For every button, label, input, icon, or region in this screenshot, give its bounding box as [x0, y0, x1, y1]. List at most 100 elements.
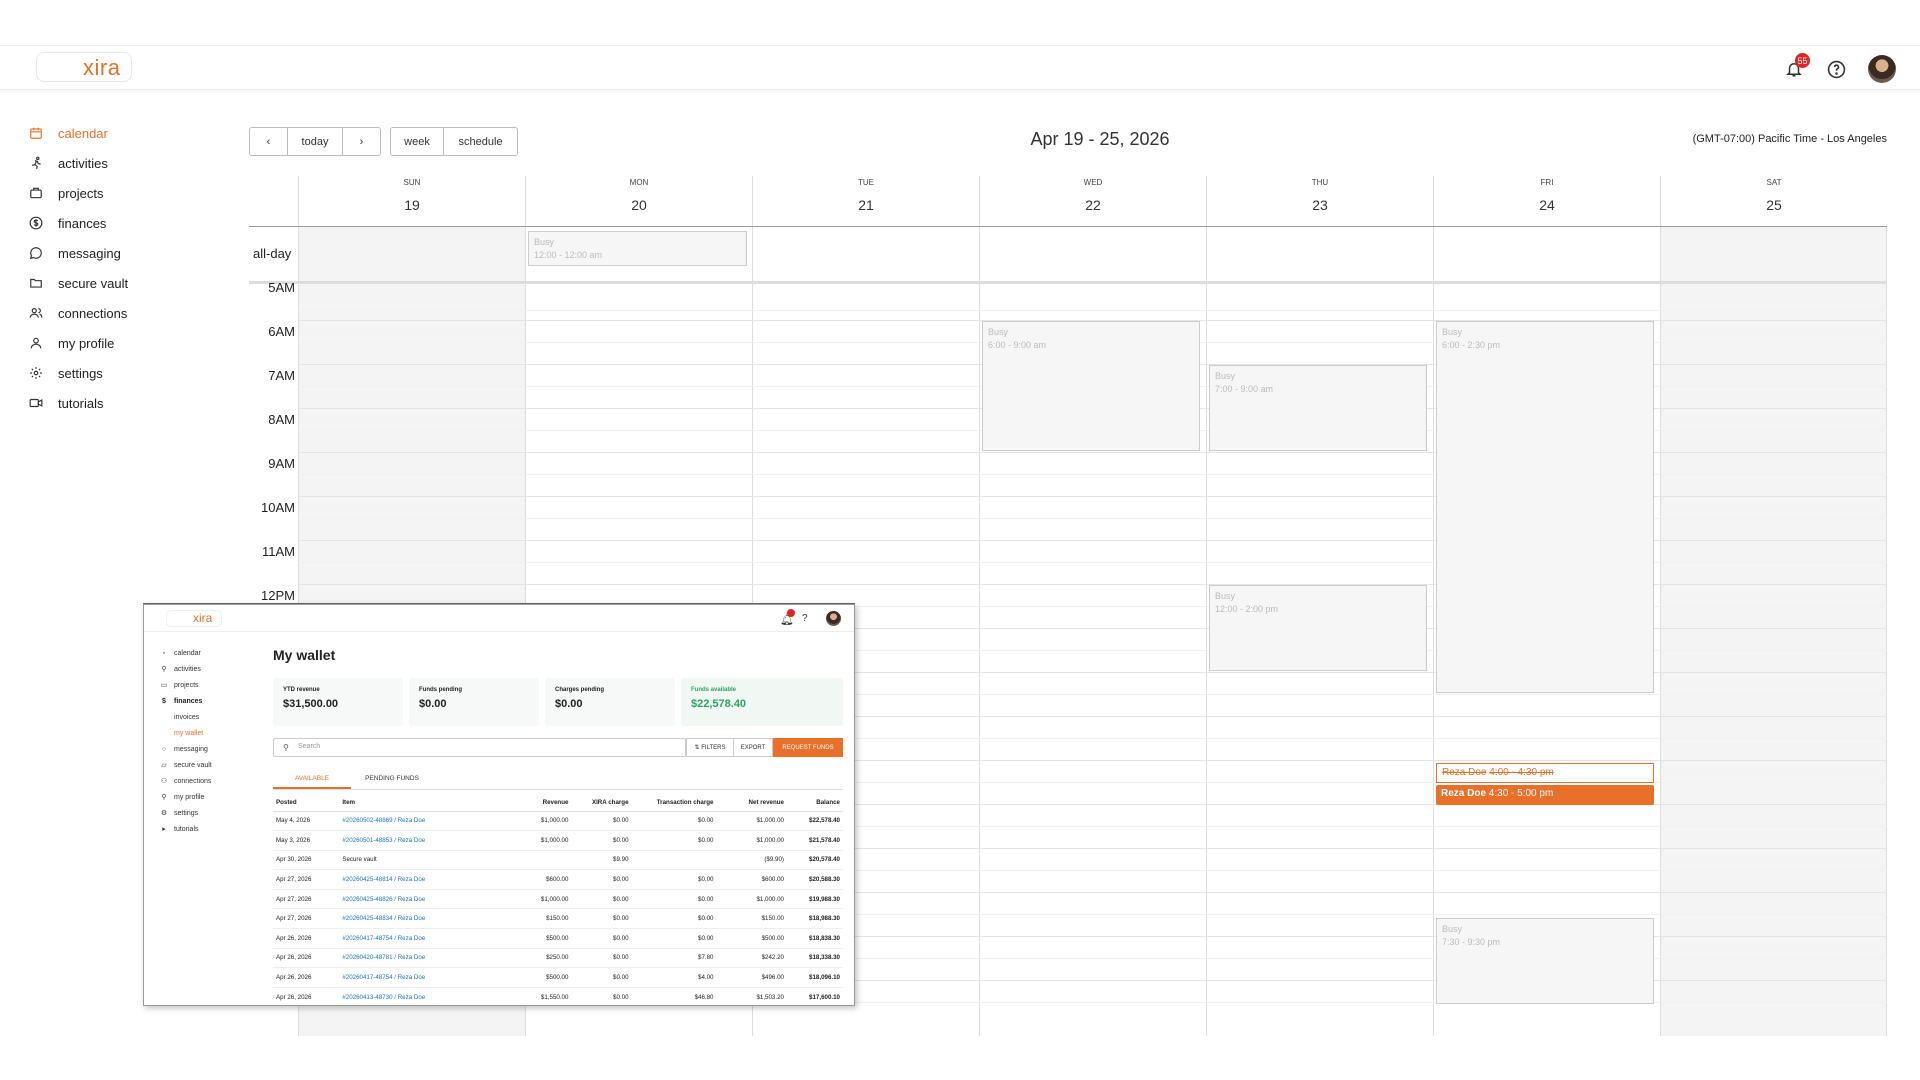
wallet-nav-finances[interactable]: $ finances — [160, 693, 250, 709]
table-row[interactable]: Apr 30, 2026 Secure vault $9.90 ($9.90) $20,… — [273, 850, 843, 871]
event-busy-fri-evening[interactable]: Busy 7:30 - 9:30 pm — [1436, 918, 1654, 1004]
wallet-search-input[interactable]: ⚲ Search — [273, 738, 686, 757]
sidebar-item-finances[interactable]: finances — [28, 208, 208, 238]
cell-balance: $18,338.30 — [786, 948, 843, 969]
wallet-nav-my-profile[interactable]: ⚲ my profile — [160, 789, 250, 805]
export-button[interactable]: EXPORT — [733, 738, 773, 757]
prev-button[interactable]: ‹ — [250, 128, 288, 155]
event-busy-thu-noon[interactable]: Busy 12:00 - 2:00 pm — [1209, 585, 1427, 671]
event-busy-thu-morning[interactable]: Busy 7:00 - 9:00 am — [1209, 365, 1427, 451]
cell-item-link[interactable]: #20260425-48814 / Reza Doe — [339, 869, 506, 890]
day-header-wed: WED 22 — [979, 176, 1206, 227]
cell-item-link[interactable]: #20260417-48754 / Reza Doe — [339, 928, 506, 949]
cell-revenue: $600.00 — [505, 869, 572, 890]
notification-badge: 55 — [1795, 53, 1810, 68]
day-date: 22 — [1085, 197, 1101, 213]
sidebar-item-activities[interactable]: activities — [28, 148, 208, 178]
wallet-title: My wallet — [273, 647, 336, 663]
cell-net-revenue: $1,503.20 — [716, 987, 787, 1005]
app-logo[interactable]: xira — [36, 52, 132, 82]
sidebar-item-messaging[interactable]: messaging — [28, 238, 208, 268]
tab-available[interactable]: AVAILABLE — [273, 771, 351, 789]
table-row[interactable]: Apr 26, 2026 #20260417-48754 / Reza Doe $5… — [273, 967, 843, 988]
card-charges-pending: Charges pending $0.00 — [545, 678, 675, 726]
cell-item-link[interactable]: #20260420-48781 / Reza Doe — [339, 948, 506, 969]
cell-posted: Apr 26, 2026 — [273, 987, 340, 1005]
event-title: Busy — [1215, 371, 1236, 381]
cell-transaction-charge: $0.00 — [631, 889, 717, 910]
table-row[interactable]: Apr 26, 2026 #20260417-48754 / Reza Doe $5… — [273, 928, 843, 949]
cell-item-link[interactable]: #20260502-48869 / Reza Doe — [339, 811, 506, 832]
column-header: Transaction charge — [631, 794, 717, 812]
sidebar-item-label: activities — [58, 155, 108, 171]
sidebar-item-calendar[interactable]: calendar — [28, 118, 208, 148]
gear-icon: ⚙ — [160, 810, 168, 817]
cell-balance: $19,988.30 — [786, 889, 843, 910]
nav-label: finances — [174, 697, 203, 705]
today-button[interactable]: today — [288, 128, 343, 155]
event-booked-reza[interactable]: Reza Doe 4:30 - 5:00 pm — [1436, 785, 1654, 805]
cell-item-link[interactable]: #20260417-48754 / Reza Doe — [339, 967, 506, 988]
table-row[interactable]: Apr 26, 2026 #20260413-48730 / Reza Doe $1… — [273, 987, 843, 1005]
filters-button[interactable]: ⇅ FILTERS — [686, 738, 734, 757]
card-value: $0.00 — [419, 698, 447, 710]
wallet-logo[interactable]: xira — [166, 610, 222, 627]
cell-xira-charge: $0.00 — [571, 948, 632, 969]
wallet-nav-tutorials[interactable]: ▸ tutorials — [160, 821, 250, 837]
sidebar-item-secure-vault[interactable]: secure vault — [28, 268, 208, 298]
wallet-nav-my-wallet[interactable]: my wallet — [160, 725, 250, 741]
wallet-nav-activities[interactable]: ⚲ activities — [160, 661, 250, 677]
cell-net-revenue: $150.00 — [716, 908, 787, 930]
help-icon[interactable]: ? — [802, 613, 808, 624]
event-busy-wed[interactable]: Busy 6:00 - 9:00 am — [982, 321, 1200, 451]
table-row[interactable]: Apr 27, 2026 #20260425-48834 / Reza Doe $1… — [273, 908, 843, 930]
folder-icon: ▱ — [161, 762, 167, 769]
wallet-nav-secure-vault[interactable]: ▱ secure vault — [160, 757, 250, 773]
wallet-nav-invoices[interactable]: invoices — [160, 709, 250, 725]
cell-item-link[interactable]: #20260425-48834 / Reza Doe — [339, 908, 506, 930]
wallet-nav-projects[interactable]: ▭ projects — [160, 677, 250, 693]
cell-item-link[interactable]: #20260425-48826 / Reza Doe — [339, 889, 506, 910]
day-date: 25 — [1766, 197, 1782, 213]
sidebar-item-my-profile[interactable]: my profile — [28, 328, 208, 358]
table-row[interactable]: Apr 27, 2026 #20260425-48826 / Reza Doe $1… — [273, 889, 843, 910]
table-row[interactable]: May 4, 2026 #20260502-48869 / Reza Doe $1,… — [273, 811, 843, 832]
avatar[interactable] — [1868, 55, 1896, 83]
event-busy-allday-mon[interactable]: Busy 12:00 - 12:00 am — [528, 231, 747, 266]
table-row[interactable]: Apr 27, 2026 #20260425-48814 / Reza Doe $6… — [273, 869, 843, 890]
cell-item-link[interactable]: #20260413-48730 / Reza Doe — [339, 987, 506, 1005]
next-button[interactable]: › — [343, 128, 380, 155]
app-header: xira 55 — [0, 45, 1920, 90]
wallet-nav-messaging[interactable]: ○ messaging — [160, 741, 250, 757]
sidebar-item-settings[interactable]: settings — [28, 358, 208, 388]
help-icon[interactable] — [1825, 58, 1847, 80]
table-row[interactable]: Apr 26, 2026 #20260420-48781 / Reza Doe $2… — [273, 948, 843, 969]
cell-item-link[interactable]: #20260501-48853 / Reza Doe — [339, 830, 506, 851]
sidebar-item-tutorials[interactable]: tutorials — [28, 388, 208, 418]
event-title: Busy — [988, 327, 1009, 337]
cell-transaction-charge: $4.00 — [631, 967, 717, 988]
event-busy-fri-day[interactable]: Busy 6:00 - 2:30 pm — [1436, 321, 1654, 693]
table-row[interactable]: May 3, 2026 #20260501-48853 / Reza Doe $1,… — [273, 830, 843, 851]
cell-posted: Apr 26, 2026 — [273, 928, 340, 949]
sidebar-item-connections[interactable]: connections — [28, 298, 208, 328]
cell-balance: $20,578.40 — [786, 850, 843, 871]
people-icon — [28, 305, 44, 321]
tab-pending-funds[interactable]: PENDING FUNDS — [351, 771, 433, 789]
week-view-button[interactable]: week — [391, 128, 444, 155]
day-name: WED — [1083, 178, 1103, 187]
request-funds-button[interactable]: REQUEST FUNDS — [773, 738, 843, 757]
sidebar-item-projects[interactable]: projects — [28, 178, 208, 208]
day-date: 19 — [404, 197, 420, 213]
nav-label: my wallet — [174, 729, 204, 737]
wallet-nav-calendar[interactable]: ▫ calendar — [160, 645, 250, 661]
wallet-nav-settings[interactable]: ⚙ settings — [160, 805, 250, 821]
cell-net-revenue: $1,000.00 — [716, 889, 787, 910]
avatar[interactable] — [826, 611, 841, 626]
hour-label: 6AM — [268, 324, 295, 339]
event-title: Reza Doe — [1442, 767, 1487, 778]
cell-xira-charge: $0.00 — [571, 928, 632, 949]
wallet-nav-connections[interactable]: ⚇ connections — [160, 773, 250, 789]
event-cancelled-reza[interactable]: Reza Doe 4:00 - 4:30 pm — [1436, 763, 1654, 783]
schedule-view-button[interactable]: schedule — [444, 128, 517, 155]
